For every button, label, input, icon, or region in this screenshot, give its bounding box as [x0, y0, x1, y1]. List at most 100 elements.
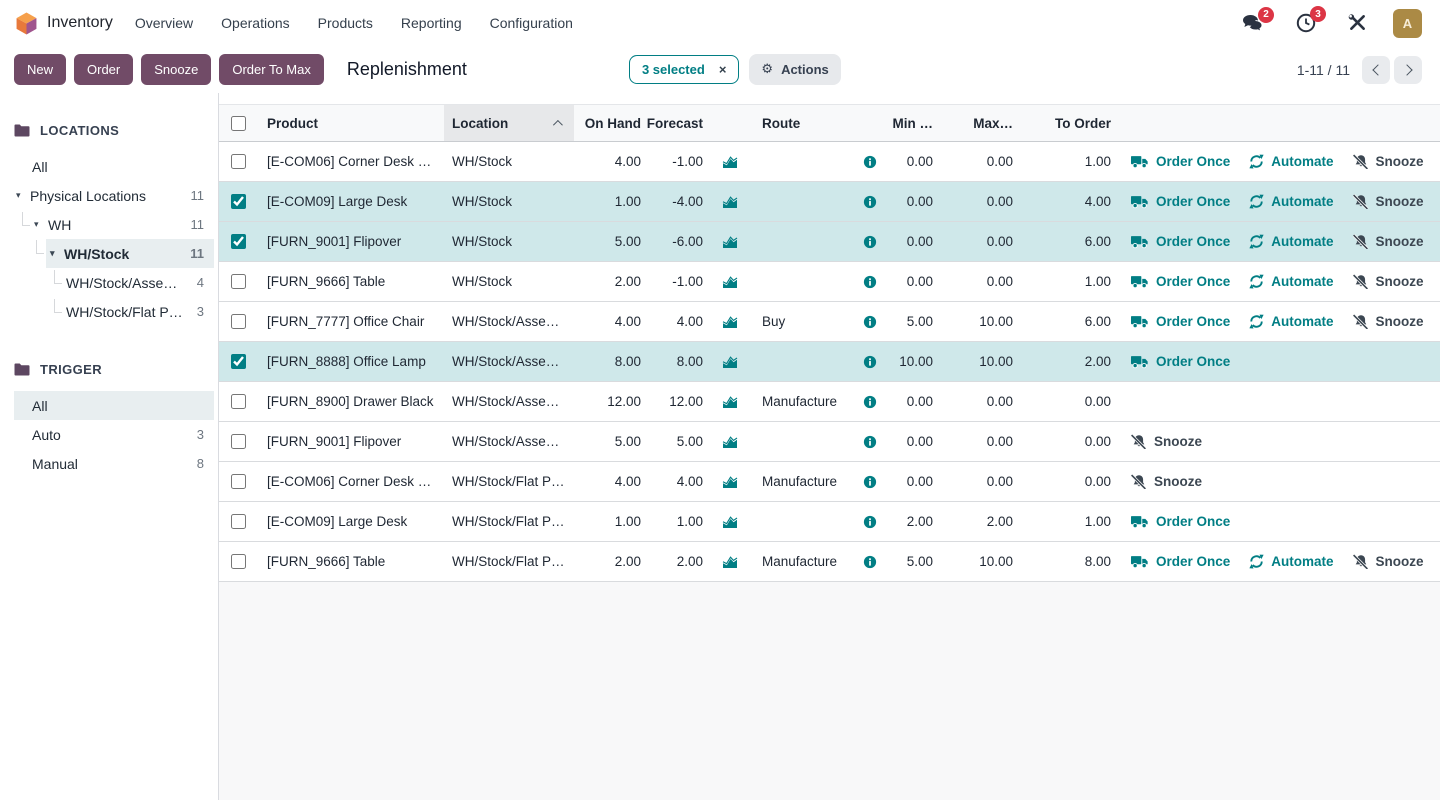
product-cell[interactable]: [FURN_8888] Office Lamp — [257, 354, 444, 369]
location-filter-all[interactable]: All — [14, 152, 214, 181]
order-once-button[interactable]: Order Once — [1131, 514, 1230, 529]
automate-button[interactable]: Automate — [1249, 554, 1333, 569]
messages-button[interactable]: 2 — [1242, 14, 1264, 33]
automate-button[interactable]: Automate — [1249, 234, 1333, 249]
forecast-chart-icon[interactable] — [722, 395, 738, 409]
snooze-button[interactable]: Snooze — [1353, 314, 1424, 329]
snooze-button[interactable]: Snooze — [1131, 474, 1202, 489]
row-checkbox[interactable] — [231, 354, 246, 369]
order-once-button[interactable]: Order Once — [1131, 354, 1230, 369]
table-row[interactable]: [E-COM06] Corner Desk … WH/Stock/Flat P…… — [219, 462, 1440, 502]
row-checkbox[interactable] — [231, 234, 246, 249]
order-once-button[interactable]: Order Once — [1131, 274, 1230, 289]
snooze-button[interactable]: Snooze — [1131, 434, 1202, 449]
product-cell[interactable]: [FURN_8900] Drawer Black — [257, 394, 444, 409]
row-checkbox[interactable] — [231, 154, 246, 169]
app-title[interactable]: Inventory — [47, 14, 113, 32]
forecast-chart-icon[interactable] — [722, 195, 738, 209]
pager-next-button[interactable] — [1394, 56, 1422, 84]
header-to-order[interactable]: To Order — [1019, 105, 1117, 141]
snooze-button[interactable]: Snooze — [1353, 234, 1424, 249]
header-max[interactable]: Max… — [937, 105, 1019, 141]
header-min[interactable]: Min … — [885, 105, 937, 141]
automate-button[interactable]: Automate — [1249, 314, 1333, 329]
row-checkbox[interactable] — [231, 314, 246, 329]
location-filter-wh-stock-assembly[interactable]: WH/Stock/Asse… 4 — [14, 268, 214, 297]
table-row[interactable]: [E-COM09] Large Desk WH/Stock 1.00 -4.00… — [219, 182, 1440, 222]
menu-operations[interactable]: Operations — [221, 15, 289, 31]
info-icon[interactable] — [863, 275, 877, 289]
trigger-filter-manual[interactable]: Manual 8 — [14, 449, 214, 478]
row-checkbox[interactable] — [231, 554, 246, 569]
info-icon[interactable] — [863, 435, 877, 449]
forecast-chart-icon[interactable] — [722, 475, 738, 489]
forecast-chart-icon[interactable] — [722, 435, 738, 449]
caret-down-icon[interactable]: ▾ — [16, 190, 30, 201]
caret-down-icon[interactable]: ▾ — [50, 248, 64, 259]
order-once-button[interactable]: Order Once — [1131, 194, 1230, 209]
trigger-filter-auto[interactable]: Auto 3 — [14, 420, 214, 449]
table-row[interactable]: [FURN_9001] Flipover WH/Stock/Asse… 5.00… — [219, 422, 1440, 462]
selection-chip[interactable]: 3 selected × — [629, 55, 739, 84]
header-location[interactable]: Location — [444, 105, 574, 141]
product-cell[interactable]: [E-COM06] Corner Desk … — [257, 474, 444, 489]
menu-products[interactable]: Products — [318, 15, 373, 31]
row-checkbox[interactable] — [231, 514, 246, 529]
product-cell[interactable]: [E-COM09] Large Desk — [257, 514, 444, 529]
order-once-button[interactable]: Order Once — [1131, 314, 1230, 329]
pager-previous-button[interactable] — [1362, 56, 1390, 84]
row-checkbox[interactable] — [231, 274, 246, 289]
table-row[interactable]: [FURN_9666] Table WH/Stock 2.00 -1.00 0.… — [219, 262, 1440, 302]
menu-configuration[interactable]: Configuration — [490, 15, 573, 31]
product-cell[interactable]: [FURN_9001] Flipover — [257, 234, 444, 249]
info-icon[interactable] — [863, 555, 877, 569]
tools-button[interactable] — [1348, 14, 1367, 32]
product-cell[interactable]: [FURN_7777] Office Chair — [257, 314, 444, 329]
snooze-button[interactable]: Snooze — [1353, 274, 1424, 289]
inventory-app-icon[interactable] — [16, 12, 37, 35]
order-once-button[interactable]: Order Once — [1131, 234, 1230, 249]
order-to-max-button[interactable]: Order To Max — [219, 54, 324, 85]
product-cell[interactable]: [E-COM06] Corner Desk … — [257, 154, 444, 169]
snooze-button[interactable]: Snooze — [1353, 194, 1424, 209]
info-icon[interactable] — [863, 355, 877, 369]
table-row[interactable]: [E-COM06] Corner Desk … WH/Stock 4.00 -1… — [219, 142, 1440, 182]
trigger-filter-all[interactable]: All — [14, 391, 214, 420]
header-on-hand[interactable]: On Hand — [574, 105, 647, 141]
forecast-chart-icon[interactable] — [722, 355, 738, 369]
table-row[interactable]: [FURN_9001] Flipover WH/Stock 5.00 -6.00… — [219, 222, 1440, 262]
table-row[interactable]: [FURN_7777] Office Chair WH/Stock/Asse… … — [219, 302, 1440, 342]
product-cell[interactable]: [E-COM09] Large Desk — [257, 194, 444, 209]
new-button[interactable]: New — [14, 54, 66, 85]
snooze-button[interactable]: Snooze — [1353, 154, 1424, 169]
info-icon[interactable] — [863, 515, 877, 529]
order-once-button[interactable]: Order Once — [1131, 154, 1230, 169]
location-filter-wh-stock[interactable]: ▾ WH/Stock 11 — [46, 239, 214, 268]
location-filter-wh[interactable]: ▾ WH 11 — [14, 210, 214, 239]
order-button[interactable]: Order — [74, 54, 133, 85]
order-once-button[interactable]: Order Once — [1131, 554, 1230, 569]
forecast-chart-icon[interactable] — [722, 555, 738, 569]
automate-button[interactable]: Automate — [1249, 154, 1333, 169]
product-cell[interactable]: [FURN_9666] Table — [257, 274, 444, 289]
product-cell[interactable]: [FURN_9001] Flipover — [257, 434, 444, 449]
actions-button[interactable]: ⚙ Actions — [749, 54, 840, 85]
table-row[interactable]: [E-COM09] Large Desk WH/Stock/Flat P… 1.… — [219, 502, 1440, 542]
menu-reporting[interactable]: Reporting — [401, 15, 462, 31]
forecast-chart-icon[interactable] — [722, 315, 738, 329]
user-avatar[interactable]: A — [1393, 9, 1422, 38]
menu-overview[interactable]: Overview — [135, 15, 193, 31]
row-checkbox[interactable] — [231, 434, 246, 449]
row-checkbox[interactable] — [231, 194, 246, 209]
forecast-chart-icon[interactable] — [722, 235, 738, 249]
location-filter-wh-stock-flat-pack[interactable]: WH/Stock/Flat P… 3 — [14, 297, 214, 326]
row-checkbox[interactable] — [231, 394, 246, 409]
forecast-chart-icon[interactable] — [722, 515, 738, 529]
info-icon[interactable] — [863, 155, 877, 169]
header-route[interactable]: Route — [751, 105, 855, 141]
forecast-chart-icon[interactable] — [722, 275, 738, 289]
automate-button[interactable]: Automate — [1249, 274, 1333, 289]
table-row[interactable]: [FURN_8900] Drawer Black WH/Stock/Asse… … — [219, 382, 1440, 422]
snooze-button[interactable]: Snooze — [141, 54, 211, 85]
location-filter-physical-locations[interactable]: ▾ Physical Locations 11 — [14, 181, 214, 210]
